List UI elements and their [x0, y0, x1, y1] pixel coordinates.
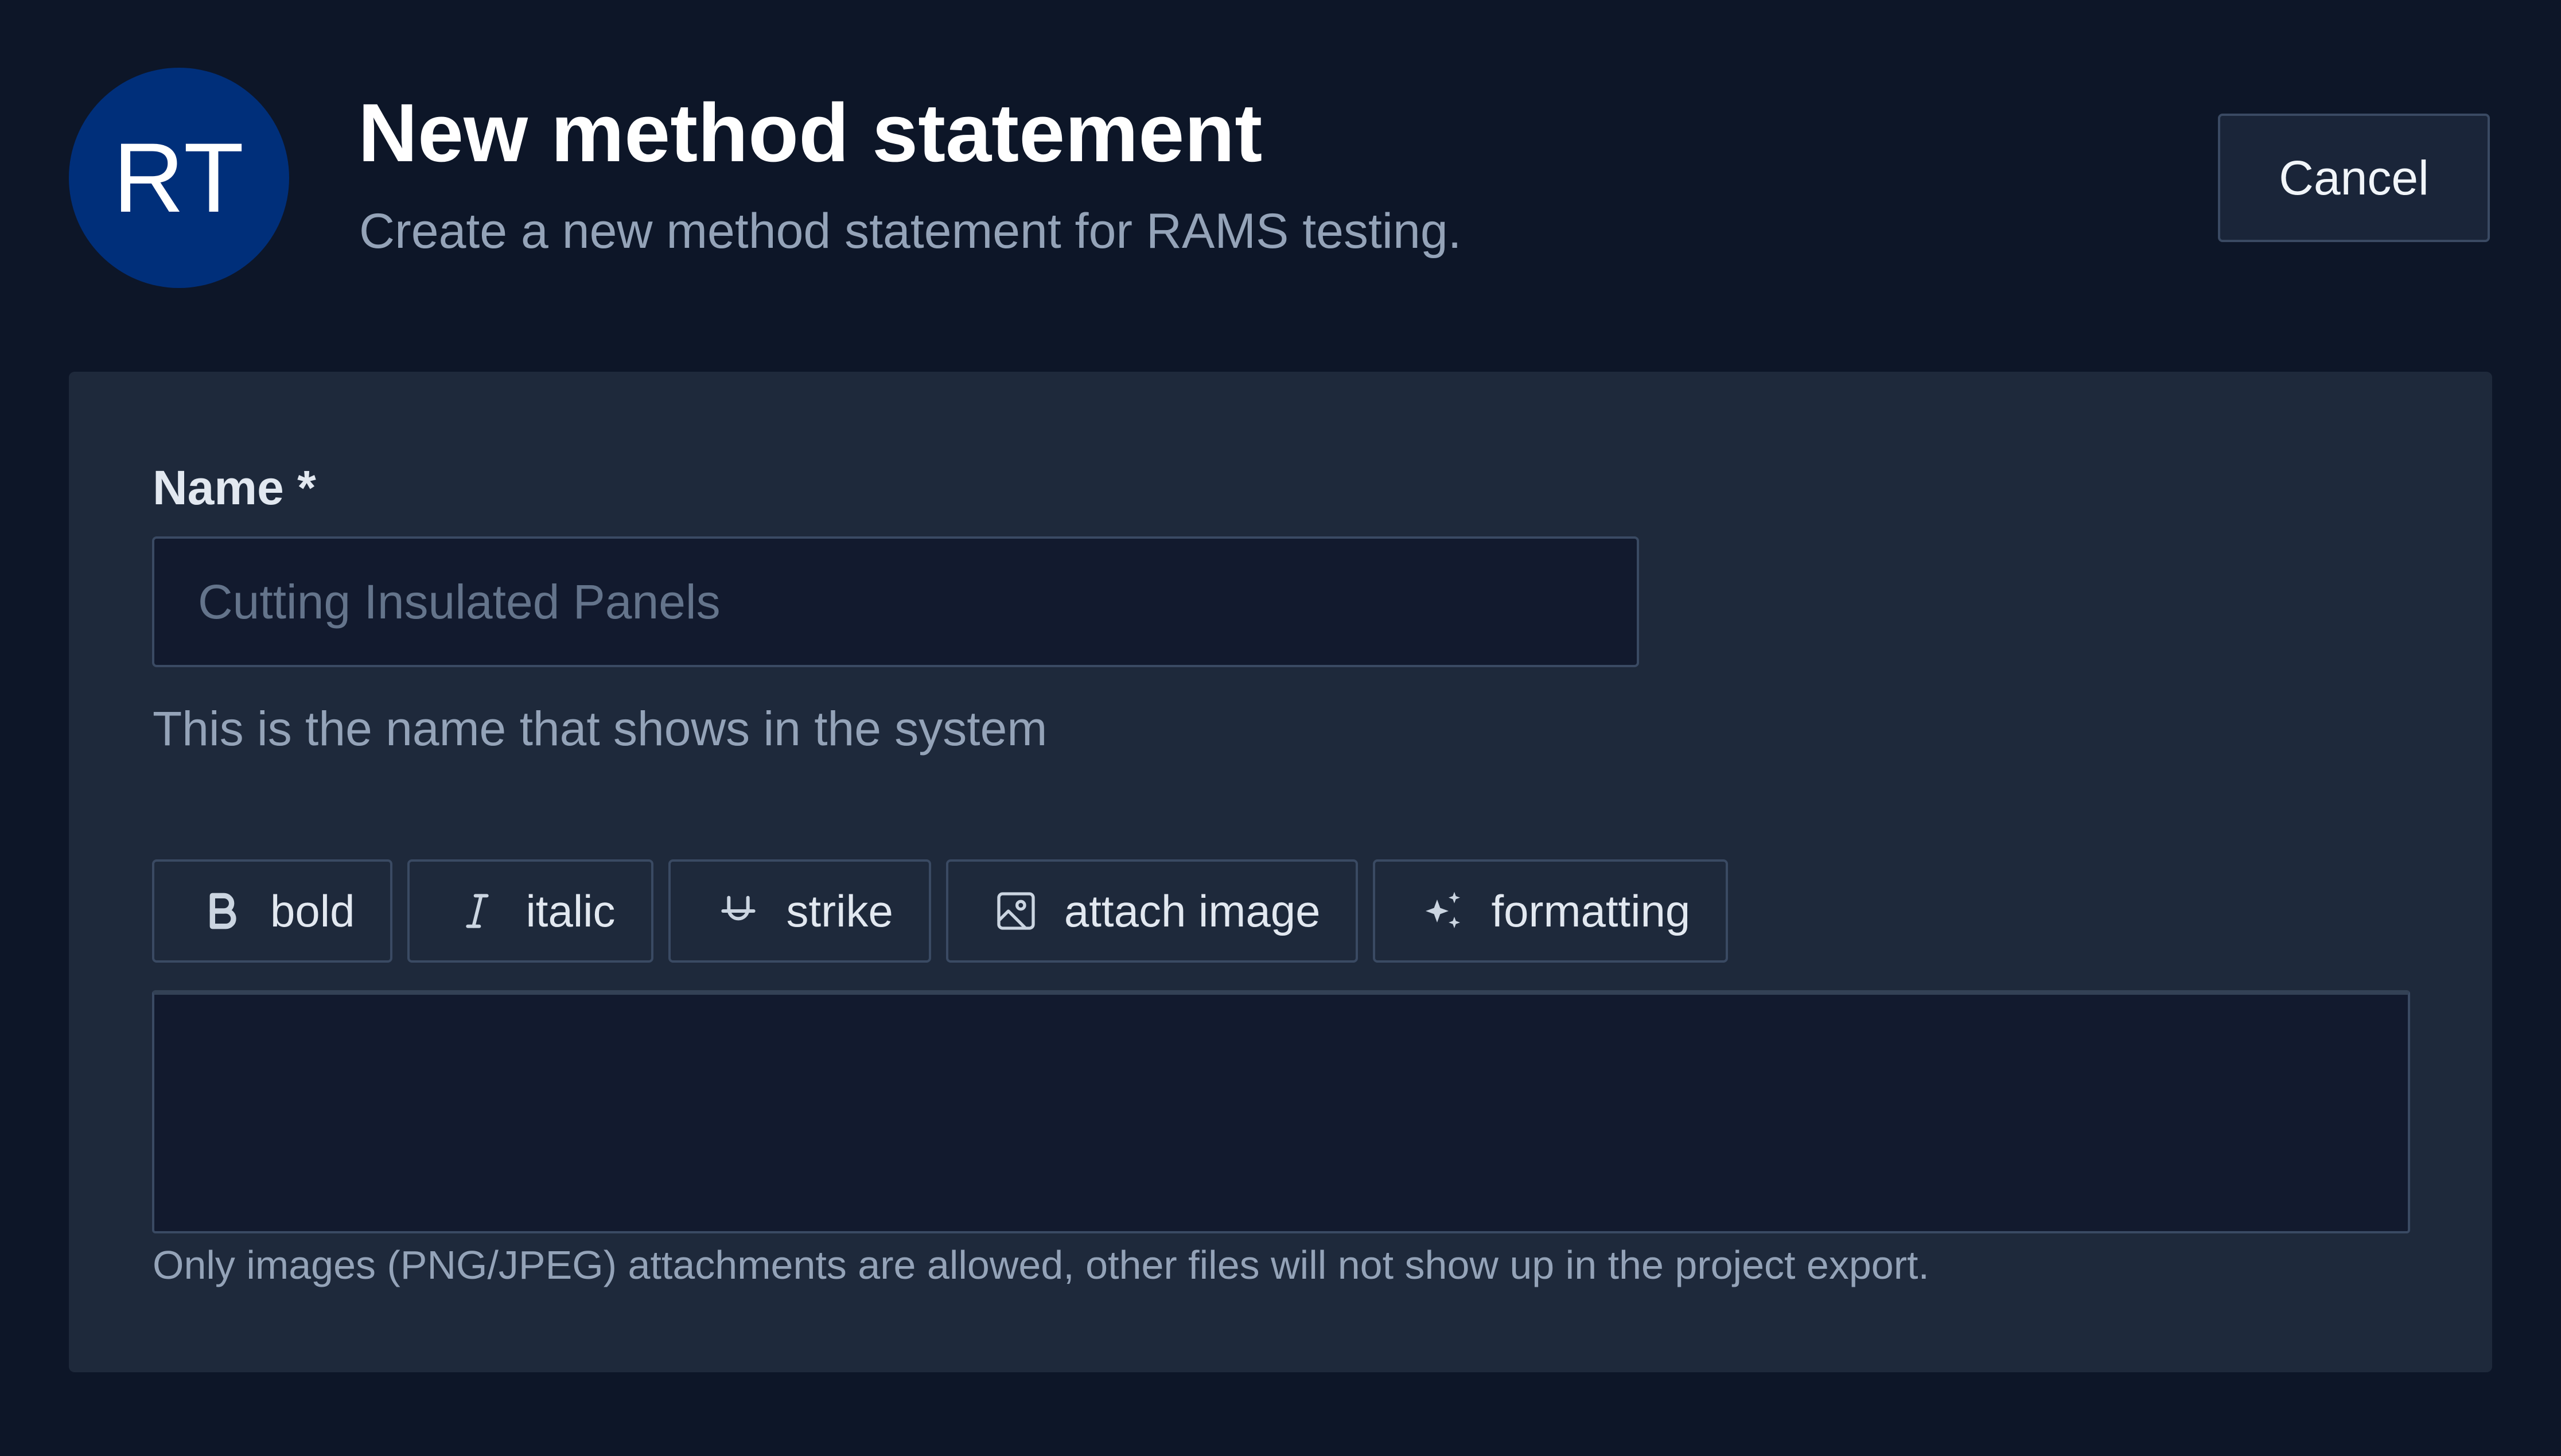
- avatar: RT: [69, 68, 289, 288]
- rich-text-editor[interactable]: [152, 990, 2410, 1233]
- avatar-initials: RT: [112, 123, 246, 233]
- italic-label: italic: [526, 885, 616, 936]
- attach-image-label: attach image: [1064, 885, 1321, 936]
- bold-icon: [199, 888, 245, 934]
- italic-button[interactable]: italic: [407, 859, 653, 963]
- strike-label: strike: [786, 885, 893, 936]
- attachment-note: Only images (PNG/JPEG) attachments are a…: [153, 1243, 1929, 1287]
- bold-button[interactable]: bold: [152, 859, 393, 963]
- attach-image-button[interactable]: attach image: [945, 859, 1359, 963]
- new-method-statement-page: RT New method statement Create a new met…: [0, 0, 2561, 1456]
- formatting-label: formatting: [1491, 885, 1691, 936]
- cancel-button[interactable]: Cancel: [2218, 114, 2490, 242]
- name-help-text: This is the name that shows in the syste…: [153, 702, 1048, 756]
- formatting-button[interactable]: formatting: [1373, 859, 1729, 963]
- strikethrough-icon: [715, 888, 761, 934]
- bold-label: bold: [270, 885, 355, 936]
- image-icon: [993, 888, 1039, 934]
- editor-toolbar: bold italic strike attach image formatti…: [152, 859, 1729, 963]
- form-card: Name * This is the name that shows in th…: [69, 372, 2492, 1372]
- page-title: New method statement: [358, 87, 1263, 179]
- page-subtitle: Create a new method statement for RAMS t…: [359, 204, 1462, 259]
- italic-icon: [454, 888, 500, 934]
- sparkles-icon: [1420, 888, 1466, 934]
- strike-button[interactable]: strike: [668, 859, 931, 963]
- name-input[interactable]: [152, 536, 1639, 667]
- name-label: Name *: [153, 461, 316, 515]
